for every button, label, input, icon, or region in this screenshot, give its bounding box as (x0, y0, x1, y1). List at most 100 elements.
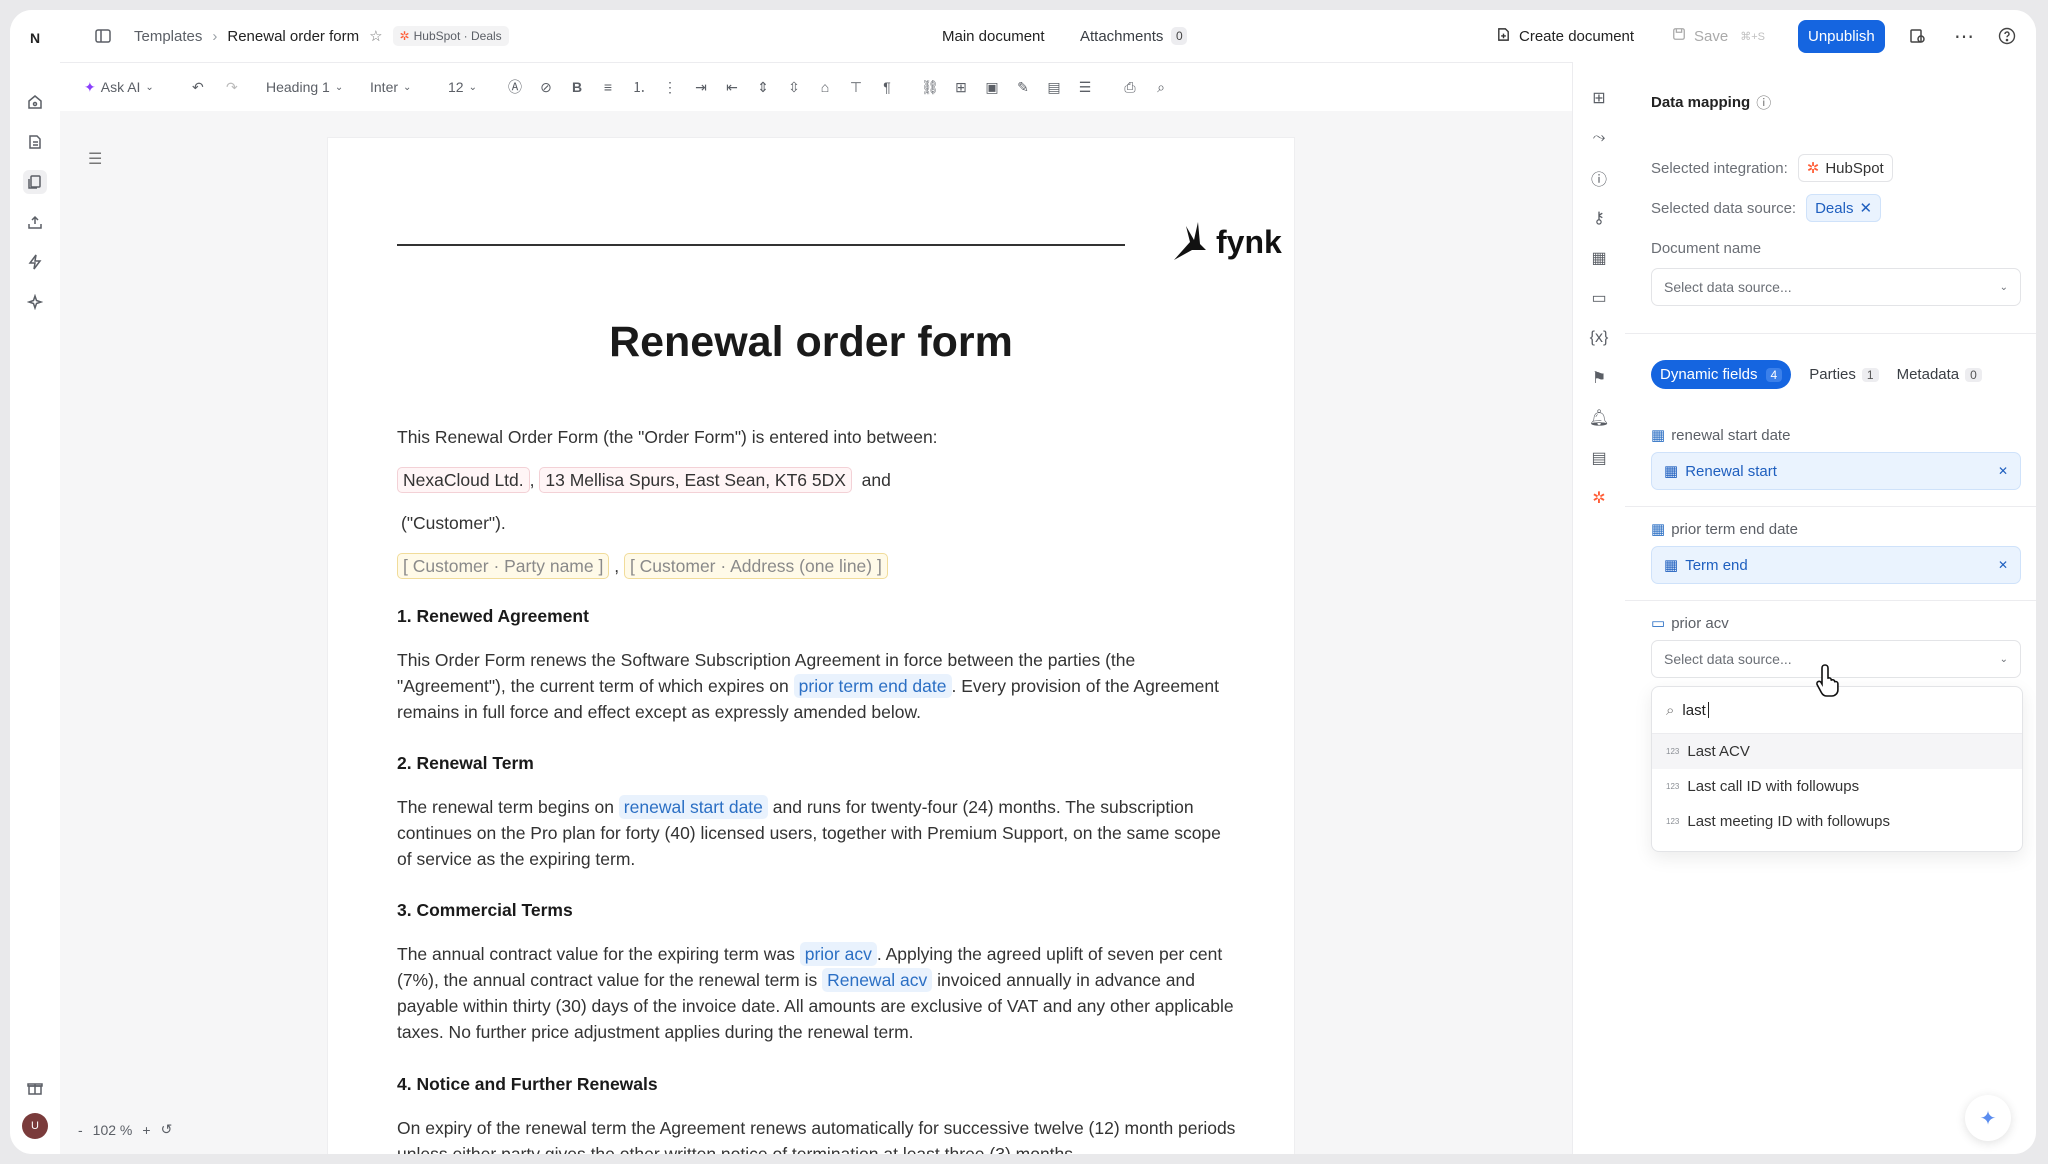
tab-main-document[interactable]: Main document (942, 10, 1045, 62)
ask-ai-button[interactable]: ✦ Ask AI ⌄ (84, 63, 154, 111)
editor-toolbar: ✦ Ask AI ⌄ ↶ ↷ Heading 1 ⌄ Inter ⌄ 12 ⌄ … (60, 63, 1572, 112)
bolt-icon[interactable] (23, 250, 47, 274)
search-icon[interactable]: ⌕ (1148, 74, 1174, 100)
signature-icon[interactable]: ✎ (1010, 74, 1036, 100)
text-color-icon[interactable]: Ⓐ (502, 74, 528, 100)
document-name-select[interactable]: Select data source... ⌄ (1651, 268, 2021, 306)
clear-format-icon[interactable]: ⊤ (843, 74, 869, 100)
indent-icon[interactable]: ⇥ (688, 74, 714, 100)
info-icon[interactable]: ⓘ (1756, 92, 1771, 113)
flag-icon[interactable]: ⚑ (1587, 366, 1611, 390)
hubspot-icon[interactable]: ✲ (1587, 486, 1611, 510)
s3-text-a: The annual contract value for the expiri… (397, 944, 795, 964)
divider (1625, 506, 2036, 507)
customer-placeholders: [ Customer · Party name ] , [ Customer ·… (397, 553, 1237, 579)
outline-toggle-icon[interactable]: ☰ (88, 149, 102, 169)
image-icon[interactable]: ▣ (979, 74, 1005, 100)
link-icon[interactable]: ⛓ (917, 74, 943, 100)
mapped-value-renewal-start[interactable]: ▦ Renewal start ✕ (1651, 452, 2021, 490)
create-document-button[interactable]: Create document (1496, 10, 1634, 62)
integration-badge: ✲ HubSpot · Deals (392, 26, 509, 46)
ordered-list-icon[interactable]: ⒈ (626, 74, 652, 100)
home-icon[interactable] (23, 90, 47, 114)
gift-icon[interactable] (23, 1076, 47, 1100)
page-break-icon[interactable]: ▤ (1041, 74, 1067, 100)
upload-icon[interactable] (23, 210, 47, 234)
help-icon[interactable] (1998, 10, 2016, 62)
star-icon[interactable]: ☆ (369, 27, 382, 45)
source-tag: Deals ✕ (1806, 194, 1882, 222)
bullet-list-icon[interactable]: ⋮ (657, 74, 683, 100)
more-icon[interactable]: ⋯ (1954, 10, 1974, 62)
renewal-start-date-field[interactable]: renewal start date (618, 795, 768, 819)
calendar-icon[interactable]: ▦ (1587, 246, 1611, 270)
workflow-icon[interactable]: ⤳ (1587, 126, 1611, 150)
font-select[interactable]: Inter ⌄ (370, 63, 411, 111)
party-name-chip[interactable]: NexaCloud Ltd. (397, 467, 530, 493)
document-title: Renewal order form (609, 318, 1013, 366)
source-dropdown: ⌕ last 123 Last ACV 123 Last call ID wit… (1651, 686, 2023, 852)
table-icon[interactable]: ⊞ (948, 74, 974, 100)
option-last-meeting-id[interactable]: 123 Last meeting ID with followups (1652, 804, 2022, 839)
tab-attachments[interactable]: Attachments 0 (1080, 10, 1188, 62)
breadcrumb-templates[interactable]: Templates (134, 28, 202, 45)
sidebar-toggle-icon[interactable] (94, 10, 112, 62)
tab-metadata[interactable]: Metadata 0 (1897, 366, 1982, 383)
size-select[interactable]: 12 ⌄ (448, 63, 477, 111)
customer-party-placeholder[interactable]: [ Customer · Party name ] (397, 553, 610, 579)
key-icon[interactable]: ⚷ (1587, 206, 1611, 230)
reset-zoom-icon[interactable]: ↺ (161, 1121, 173, 1138)
heading-select[interactable]: Heading 1 ⌄ (266, 63, 343, 111)
print-icon[interactable]: ⎙ (1117, 74, 1143, 100)
archive-icon[interactable]: ▤ (1587, 446, 1611, 470)
integration-tag-label: HubSpot (1825, 159, 1884, 177)
save-button[interactable]: Save ⌘+S (1672, 10, 1765, 62)
document-page[interactable]: fynk Renewal order form This Renewal Ord… (328, 138, 1294, 1154)
workspace-logo[interactable]: N (23, 26, 47, 50)
mapped-value-term-end[interactable]: ▦ Term end ✕ (1651, 546, 2021, 584)
remove-icon[interactable]: ✕ (1998, 558, 2008, 572)
tab-parties[interactable]: Parties 1 (1809, 366, 1879, 383)
avatar[interactable]: U (22, 1113, 48, 1139)
renewal-acv-field[interactable]: Renewal acv (822, 968, 933, 992)
sparkle-icon[interactable] (23, 290, 47, 314)
paragraph-icon[interactable]: ¶ (874, 74, 900, 100)
format-painter-icon[interactable]: ⌂ (812, 74, 838, 100)
currency-icon: ▭ (1651, 615, 1666, 632)
redo-icon[interactable]: ↷ (226, 63, 238, 111)
option-last-call-id[interactable]: 123 Last call ID with followups (1652, 769, 2022, 804)
option-last-acv[interactable]: 123 Last ACV (1652, 734, 2022, 769)
history-icon[interactable] (1909, 10, 1925, 62)
contact-card-icon[interactable]: ▭ (1587, 286, 1611, 310)
info-icon[interactable]: ⓘ (1587, 166, 1611, 190)
undo-icon[interactable]: ↶ (192, 63, 204, 111)
document-icon[interactable] (23, 130, 47, 154)
templates-icon[interactable] (23, 170, 47, 194)
tab-parties-label: Parties (1809, 366, 1856, 383)
zoom-out-button[interactable]: - (78, 1122, 83, 1138)
align-center-icon[interactable]: ≡ (595, 74, 621, 100)
prior-acv-field[interactable]: prior acv (799, 942, 877, 966)
tab-dynamic-fields[interactable]: Dynamic fields 4 (1651, 360, 1792, 389)
tab-metadata-count: 0 (1965, 367, 1982, 382)
brand-name: fynk (1216, 223, 1282, 260)
close-icon[interactable]: ✕ (1859, 199, 1872, 217)
zoom-in-button[interactable]: + (142, 1122, 150, 1138)
unpublish-button[interactable]: Unpublish (1798, 10, 1885, 62)
variables-icon[interactable]: {x} (1587, 326, 1611, 350)
apps-icon[interactable]: ⊞ (1587, 86, 1611, 110)
prior-term-end-date-field[interactable]: prior term end date (793, 674, 952, 698)
ai-assistant-button[interactable]: ✦ (1965, 1095, 2011, 1141)
remove-icon[interactable]: ✕ (1998, 464, 2008, 478)
line-height-icon[interactable]: ⇕ (750, 74, 776, 100)
list-settings-icon[interactable]: ☰ (1072, 74, 1098, 100)
prior-acv-placeholder: Select data source... (1664, 651, 1792, 667)
bold-icon[interactable]: B (564, 74, 590, 100)
bell-icon[interactable]: 🔔︎ (1587, 406, 1611, 430)
outdent-icon[interactable]: ⇤ (719, 74, 745, 100)
spacing-icon[interactable]: ⇳ (781, 74, 807, 100)
customer-address-placeholder[interactable]: [ Customer · Address (one line) ] (623, 553, 888, 579)
tab-parties-count: 1 (1861, 367, 1879, 382)
party-address-chip[interactable]: 13 Mellisa Spurs, East Sean, KT6 5DX (539, 467, 852, 493)
highlight-icon[interactable]: ⊘ (533, 74, 559, 100)
